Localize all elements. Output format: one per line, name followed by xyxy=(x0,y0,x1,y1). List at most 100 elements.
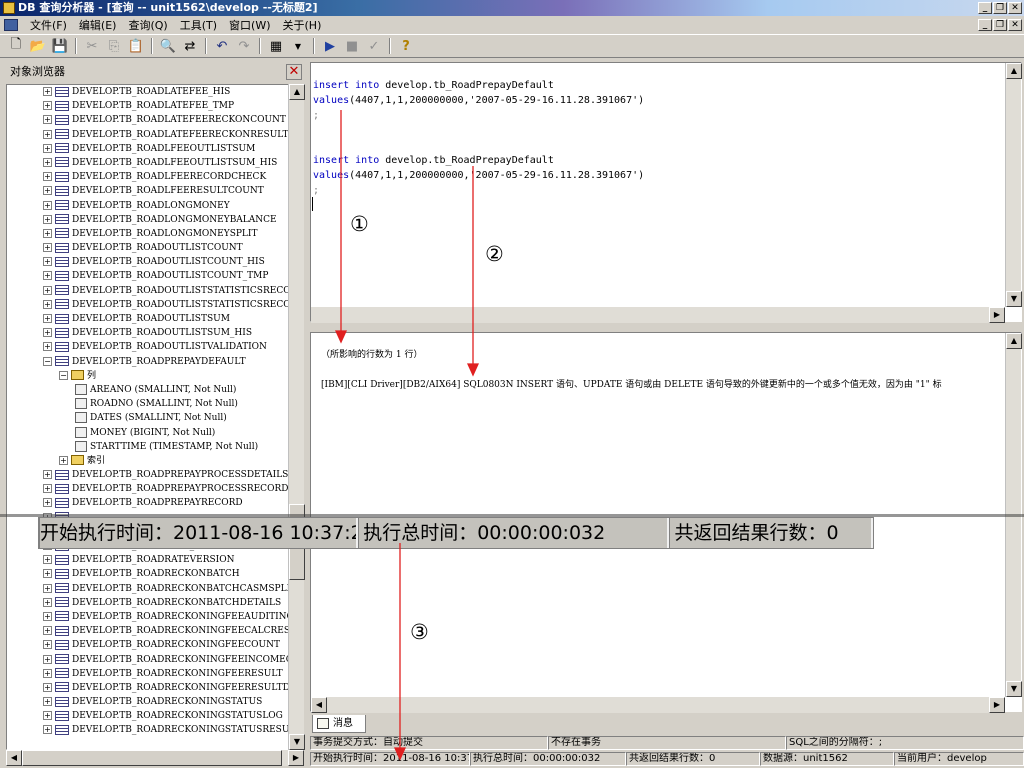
parse-icon[interactable]: ✓ xyxy=(364,37,384,55)
tree-item[interactable]: + DEVELOP.TB_ROADOUTLISTSUM xyxy=(7,312,289,326)
menu-query[interactable]: 查询(Q) xyxy=(122,17,173,33)
tree-item[interactable]: + DEVELOP.TB_ROADLFEEOUTLISTSUM_HIS xyxy=(7,156,289,170)
save-icon[interactable]: 💾 xyxy=(50,37,70,55)
minimize-button[interactable]: _ xyxy=(978,2,992,14)
expand-icon[interactable]: + xyxy=(43,711,52,721)
mdi-restore-button[interactable]: ❐ xyxy=(993,19,1007,31)
scroll-down-arrow-icon[interactable]: ▼ xyxy=(1006,681,1022,697)
restore-button[interactable]: ❐ xyxy=(993,2,1007,14)
expand-icon[interactable]: + xyxy=(43,328,52,338)
tree-item[interactable]: + DEVELOP.TB_ROADLFEEOUTLISTSUM xyxy=(7,142,289,156)
scroll-down-arrow-icon[interactable]: ▼ xyxy=(1006,291,1022,307)
scroll-up-arrow-icon[interactable]: ▲ xyxy=(1006,333,1022,349)
tree-item[interactable]: + DEVELOP.TB_ROADRECKONBATCHCASMSPLITRESU… xyxy=(7,582,289,596)
tree-item[interactable]: STARTTIME (TIMESTAMP, Not Null) xyxy=(7,440,289,454)
copy-icon[interactable]: ⎘ xyxy=(104,37,124,55)
expand-icon[interactable]: + xyxy=(43,725,52,735)
mdi-close-button[interactable]: ✕ xyxy=(1008,19,1022,31)
expand-icon[interactable]: + xyxy=(59,455,68,465)
tree-item[interactable]: + DEVELOP.TB_ROADLFEERECORDCHECK xyxy=(7,170,289,184)
expand-icon[interactable]: + xyxy=(43,200,52,210)
tree-item[interactable]: − DEVELOP.TB_ROADPREPAYDEFAULT xyxy=(7,355,289,369)
editor-horizontal-scrollbar[interactable]: ▶ xyxy=(311,307,1005,323)
expand-icon[interactable]: + xyxy=(43,654,52,664)
tree-item[interactable]: + DEVELOP.TB_ROADLONGMONEYSPLIT xyxy=(7,227,289,241)
expand-icon[interactable]: + xyxy=(43,115,52,125)
tree-item[interactable]: + DEVELOP.TB_ROADOUTLISTSTATISTICSRECORD_… xyxy=(7,298,289,312)
expand-icon[interactable]: + xyxy=(43,87,52,96)
editor-vertical-scrollbar[interactable]: ▲ ▼ xyxy=(1005,63,1022,307)
cut-icon[interactable]: ✂ xyxy=(82,37,102,55)
scroll-up-arrow-icon[interactable]: ▲ xyxy=(289,84,305,100)
tree-item[interactable]: + DEVELOP.TB_ROADRECKONINGFEERESULTDETAIL… xyxy=(7,681,289,695)
tree-item[interactable]: + DEVELOP.TB_ROADLONGMONEY xyxy=(7,199,289,213)
open-folder-icon[interactable]: 📂 xyxy=(28,37,48,55)
tree-item[interactable]: + DEVELOP.TB_ROADOUTLISTCOUNT xyxy=(7,241,289,255)
expand-icon[interactable]: + xyxy=(43,597,52,607)
tab-messages[interactable]: 消息 xyxy=(312,715,366,733)
tree-item[interactable]: + DEVELOP.TB_ROADRECKONINGFEECOUNT xyxy=(7,638,289,652)
results-horizontal-scrollbar[interactable]: ◀ ▶ xyxy=(311,697,1005,713)
close-button[interactable]: ✕ xyxy=(1008,2,1022,14)
close-panel-icon[interactable]: ✕ xyxy=(286,64,302,80)
tree-item[interactable]: + 索引 xyxy=(7,454,289,468)
expand-icon[interactable]: + xyxy=(43,299,52,309)
expand-icon[interactable]: + xyxy=(43,101,52,111)
tree-item[interactable]: + DEVELOP.TB_ROADRATEVERSION xyxy=(7,553,289,567)
tree-vertical-scrollbar[interactable]: ▲ ▼ xyxy=(288,84,305,750)
tree-item[interactable]: + DEVELOP.TB_ROADOUTLISTVALIDATION xyxy=(7,340,289,354)
undo-icon[interactable]: ↶ xyxy=(212,37,232,55)
menu-about[interactable]: 关于(H) xyxy=(277,17,328,33)
expand-icon[interactable]: + xyxy=(43,611,52,621)
expand-icon[interactable]: + xyxy=(43,314,52,323)
sql-code[interactable]: insert into develop.tb_RoadPrepayDefault… xyxy=(313,78,644,198)
expand-icon[interactable]: + xyxy=(43,555,52,565)
expand-icon[interactable]: + xyxy=(43,682,52,692)
object-tree[interactable]: + DEVELOP.TB_ROADLATEFEE_HIS + DEVELOP.TB_R… xyxy=(6,84,290,750)
replace-icon[interactable]: ⇄ xyxy=(180,37,200,55)
tree-item[interactable]: + DEVELOP.TB_ROADOUTLISTCOUNT_TMP xyxy=(7,269,289,283)
tree-item[interactable]: + DEVELOP.TB_ROADOUTLISTSTATISTICSRECORD xyxy=(7,284,289,298)
expand-icon[interactable]: + xyxy=(43,157,52,167)
tree-item[interactable]: + DEVELOP.TB_ROADOUTLISTCOUNT_HIS xyxy=(7,255,289,269)
paste-icon[interactable]: 📋 xyxy=(126,37,146,55)
grid-output-icon[interactable]: ▦ xyxy=(266,37,286,55)
expand-icon[interactable]: + xyxy=(43,697,52,707)
expand-icon[interactable]: + xyxy=(43,569,52,579)
dropdown-chevron-icon[interactable]: ▼ xyxy=(288,37,308,55)
scroll-right-arrow-icon[interactable]: ▶ xyxy=(989,697,1005,713)
expand-icon[interactable]: + xyxy=(43,143,52,153)
expand-icon[interactable]: + xyxy=(43,129,52,139)
tree-item[interactable]: − 列 xyxy=(7,369,289,383)
expand-icon[interactable]: + xyxy=(43,626,52,636)
tree-item[interactable]: AREANO (SMALLINT, Not Null) xyxy=(7,383,289,397)
tree-item[interactable]: + DEVELOP.TB_ROADOUTLISTSUM_HIS xyxy=(7,326,289,340)
new-file-icon[interactable]: 🗋 xyxy=(6,37,26,55)
scroll-right-arrow-icon[interactable]: ▶ xyxy=(989,307,1005,323)
menu-edit[interactable]: 编辑(E) xyxy=(73,17,123,33)
expand-icon[interactable]: + xyxy=(43,271,52,281)
tree-item[interactable]: + DEVELOP.TB_ROADRECKONINGSTATUSRESULT xyxy=(7,723,289,737)
mdi-minimize-button[interactable]: _ xyxy=(978,19,992,31)
scroll-left-arrow-icon[interactable]: ◀ xyxy=(311,697,327,713)
menu-window[interactable]: 窗口(W) xyxy=(223,17,276,33)
menu-tools[interactable]: 工具(T) xyxy=(174,17,223,33)
collapse-icon[interactable]: − xyxy=(59,370,68,380)
tree-item[interactable]: MONEY (BIGINT, Not Null) xyxy=(7,426,289,440)
expand-icon[interactable]: + xyxy=(43,172,52,182)
expand-icon[interactable]: + xyxy=(43,214,52,224)
expand-icon[interactable]: + xyxy=(43,640,52,650)
tree-item[interactable]: + DEVELOP.TB_ROADPREPAYPROCESSDETAILS xyxy=(7,468,289,482)
tree-item[interactable]: + DEVELOP.TB_ROADLATEFEE_HIS xyxy=(7,85,289,99)
expand-icon[interactable]: + xyxy=(43,498,52,508)
expand-icon[interactable]: + xyxy=(43,257,52,267)
tree-item[interactable]: + DEVELOP.TB_ROADRECKONBATCHDETAILS xyxy=(7,596,289,610)
tree-item[interactable]: + DEVELOP.TB_ROADRECKONINGFEERESULT xyxy=(7,667,289,681)
scroll-down-arrow-icon[interactable]: ▼ xyxy=(289,734,305,750)
expand-icon[interactable]: + xyxy=(43,668,52,678)
sql-editor[interactable]: insert into develop.tb_RoadPrepayDefault… xyxy=(310,62,1022,323)
expand-icon[interactable]: + xyxy=(43,470,52,480)
expand-icon[interactable]: + xyxy=(43,186,52,196)
expand-icon[interactable]: + xyxy=(43,484,52,494)
expand-icon[interactable]: + xyxy=(43,228,52,238)
